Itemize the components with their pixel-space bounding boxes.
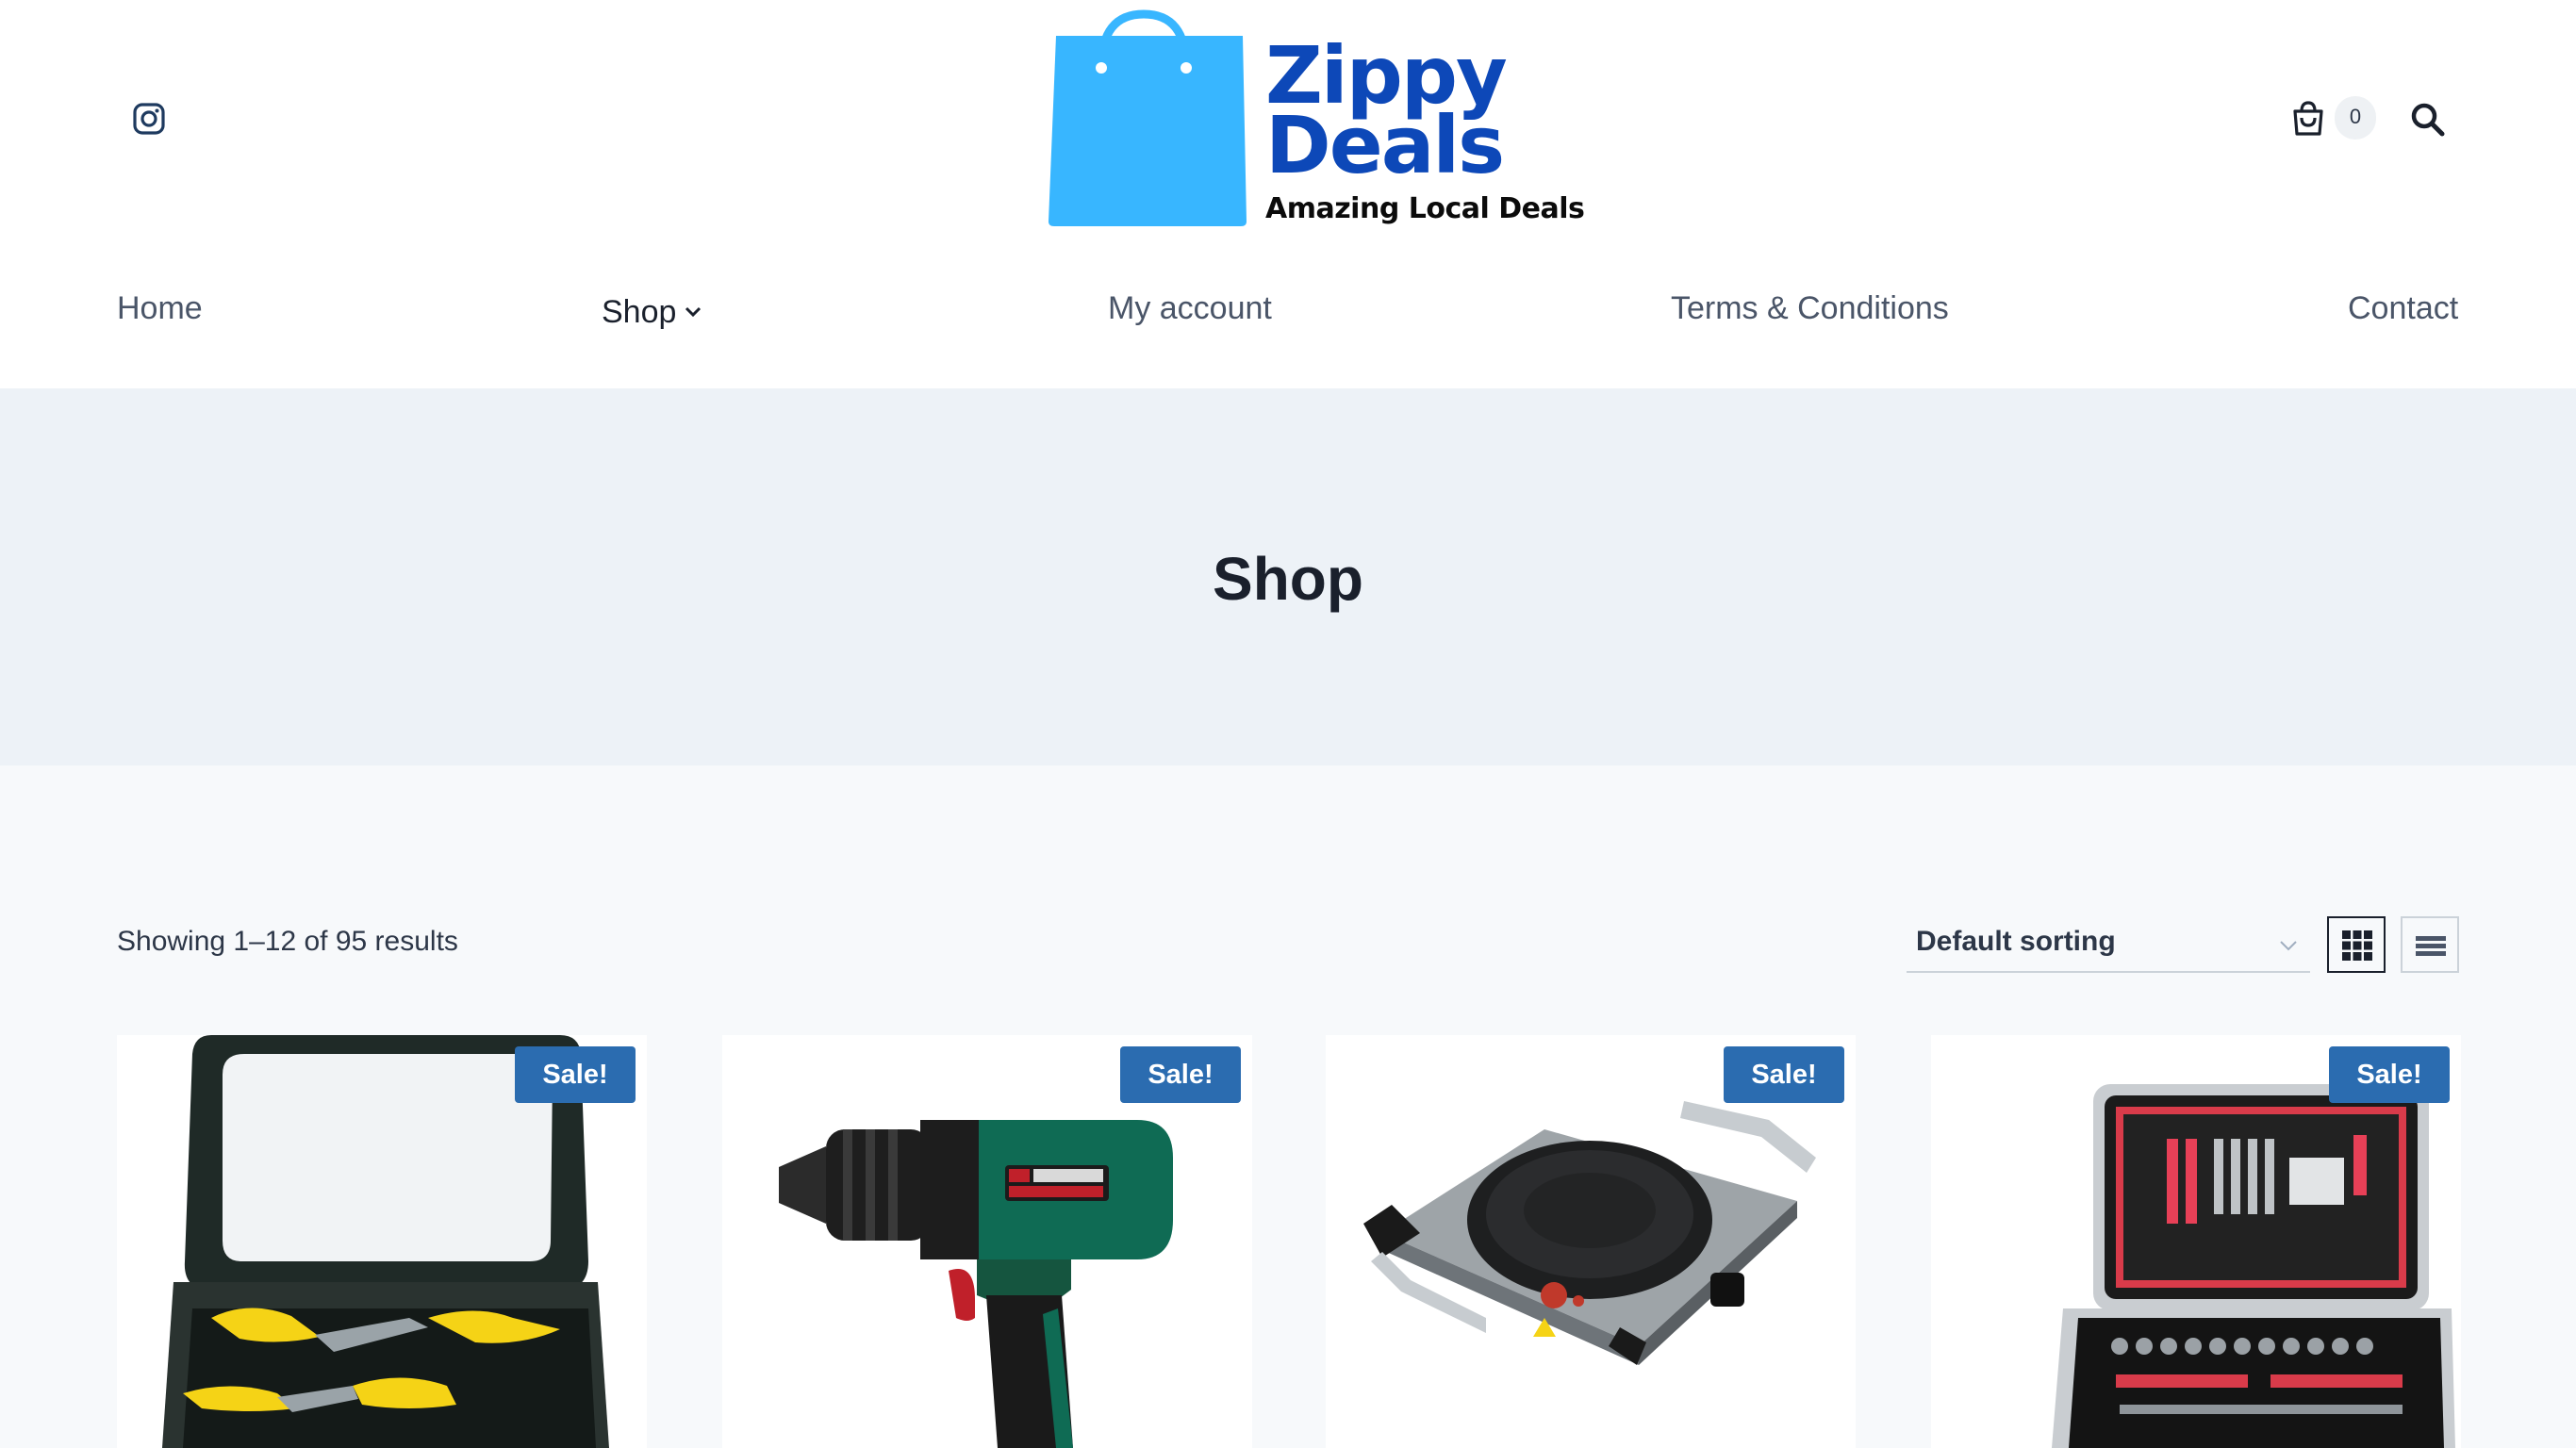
list-view-button[interactable] <box>2401 916 2459 973</box>
product-card[interactable]: Sale! <box>722 1035 1252 1448</box>
cart-button[interactable]: 0 <box>2289 94 2380 143</box>
sale-badge: Sale! <box>1724 1046 1844 1103</box>
cart-count-badge: 0 <box>2335 96 2376 140</box>
page-hero: Shop <box>0 388 2576 765</box>
sale-badge: Sale! <box>515 1046 636 1103</box>
grid-view-icon <box>2342 930 2372 961</box>
logo-word-2: Deals <box>1265 99 1505 191</box>
nav-item-shop[interactable]: Shop <box>602 290 702 331</box>
sort-select[interactable]: Default sorting <box>1907 916 2310 973</box>
nav-item-contact[interactable]: Contact <box>2348 290 2458 327</box>
result-count: Showing 1–12 of 95 results <box>117 926 458 957</box>
nav-item-terms[interactable]: Terms & Conditions <box>1671 290 1949 327</box>
chevron-down-icon <box>2280 941 2297 951</box>
product-card[interactable]: Sale! <box>117 1035 647 1448</box>
sort-selected-label: Default sorting <box>1916 926 2116 957</box>
cart-icon <box>2293 101 2323 136</box>
nav-item-home[interactable]: Home <box>117 290 203 327</box>
nav-item-shop-label: Shop <box>602 294 677 330</box>
page-title: Shop <box>1213 545 1363 613</box>
instagram-icon[interactable] <box>132 102 166 136</box>
shopping-bag-icon <box>1049 9 1247 226</box>
grid-view-button[interactable] <box>2327 916 2386 973</box>
product-card[interactable]: Sale! <box>1931 1035 2461 1448</box>
site-logo[interactable]: Zippy Deals Amazing Local Deals <box>1045 9 1585 231</box>
chevron-down-icon <box>684 290 702 327</box>
sale-badge: Sale! <box>1120 1046 1241 1103</box>
logo-tagline: Amazing Local Deals <box>1265 192 1585 225</box>
product-card[interactable]: Sale! <box>1326 1035 1856 1448</box>
nav-item-my-account[interactable]: My account <box>1108 290 1272 327</box>
sale-badge: Sale! <box>2329 1046 2450 1103</box>
main-nav: Home Shop My account Terms & Conditions … <box>0 290 2576 336</box>
search-icon[interactable] <box>2410 102 2446 138</box>
list-view-icon <box>2416 936 2446 956</box>
site-header: Zippy Deals Amazing Local Deals 0 Home S… <box>0 0 2576 388</box>
